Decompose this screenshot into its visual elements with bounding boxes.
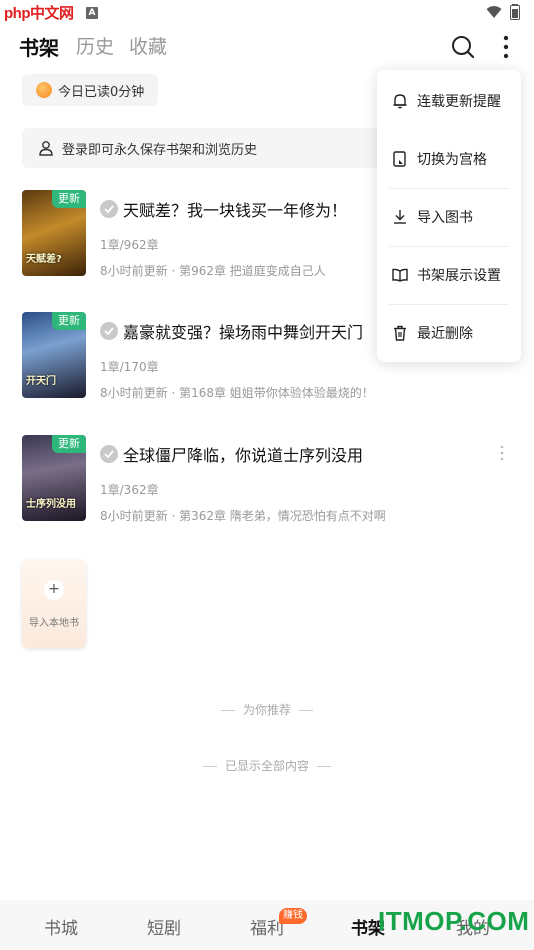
book-title[interactable]: 嘉豪就变强？操场雨中舞剑开天门: [123, 319, 363, 343]
read-check-icon: [100, 200, 118, 218]
coin-icon: [36, 82, 52, 98]
watermark-logo: php中文网: [4, 5, 74, 22]
import-local-book-card[interactable]: + 导入本地书: [22, 560, 86, 648]
update-badge: 更新: [52, 435, 86, 453]
grid-switch-icon: [393, 151, 406, 167]
menu-item-label: 导入图书: [417, 210, 473, 226]
menu-item-recently-deleted[interactable]: 最近删除: [377, 304, 521, 362]
battery-icon: [510, 4, 520, 20]
book-latest-update: 8小时前更新 · 第168章 姐姐带你体验体验最烧的！: [100, 386, 374, 400]
book-cover[interactable]: 士序列没用 更新: [22, 435, 86, 521]
read-check-icon: [100, 322, 118, 340]
menu-item-label: 切换为宫格: [417, 152, 487, 168]
book-latest-update: 8小时前更新 · 第962章 把道庭变成自己人: [100, 264, 326, 278]
trash-icon: [394, 325, 406, 341]
download-icon: [394, 210, 406, 224]
bell-icon: [393, 94, 407, 109]
status-bar: php中文网 A: [0, 0, 534, 26]
book-item[interactable]: 士序列没用 更新 全球僵尸降临，你说道士序列没用 1章/362章 8小时前更新 …: [22, 435, 512, 535]
status-icons: [486, 4, 520, 20]
more-vertical-icon[interactable]: [496, 34, 516, 60]
book-progress: 1章/962章: [100, 238, 159, 252]
today-reading-text: 今日已读0分钟: [58, 84, 145, 100]
menu-item-switch-grid[interactable]: 切换为宫格: [377, 130, 521, 188]
bookshelf-more-menu: 连载更新提醒 切换为宫格 导入图书 书架展示设置 最近删除: [377, 70, 521, 362]
user-icon: [39, 141, 53, 156]
update-badge: 更新: [52, 190, 86, 208]
menu-item-import-books[interactable]: 导入图书: [377, 188, 521, 246]
login-banner-text: 登录即可永久保存书架和浏览历史: [62, 142, 258, 158]
recommend-divider: 为你推荐: [0, 701, 534, 718]
notification-a-icon: A: [86, 7, 98, 19]
book-cover[interactable]: 开天门 更新: [22, 312, 86, 398]
earn-money-badge: 赚钱: [279, 908, 307, 924]
menu-item-label: 书架展示设置: [417, 268, 501, 284]
book-latest-update: 8小时前更新 · 第362章 隋老弟，情况恐怕有点不对啊: [100, 509, 386, 523]
read-check-icon: [100, 445, 118, 463]
book-open-icon: [392, 268, 408, 282]
import-local-label: 导入本地书: [29, 618, 79, 629]
nav-bookstore[interactable]: 书城: [44, 914, 78, 939]
nav-short-drama[interactable]: 短剧: [147, 914, 181, 939]
tab-favorites[interactable]: 收藏: [129, 32, 167, 59]
top-header: 书架 历史 收藏: [0, 28, 534, 64]
book-more-icon[interactable]: [500, 445, 504, 461]
update-badge: 更新: [52, 312, 86, 330]
today-reading-pill[interactable]: 今日已读0分钟: [22, 74, 159, 106]
book-title[interactable]: 天赋差？我一块钱买一年修为！: [123, 197, 347, 221]
recommend-divider-text: 为你推荐: [242, 703, 291, 717]
menu-item-label: 连载更新提醒: [417, 94, 501, 110]
wifi-icon: [486, 6, 502, 18]
book-title[interactable]: 全球僵尸降临，你说道士序列没用: [123, 442, 363, 466]
cover-title-art: 开天门: [26, 376, 56, 387]
book-cover[interactable]: 天赋差? 更新: [22, 190, 86, 276]
tab-bookshelf[interactable]: 书架: [19, 32, 59, 61]
tab-history[interactable]: 历史: [76, 32, 114, 59]
menu-item-label: 最近删除: [417, 326, 473, 342]
menu-item-shelf-display-settings[interactable]: 书架展示设置: [377, 246, 521, 304]
itmop-watermark: ITMOP.COM: [378, 906, 530, 936]
cover-title-art: 士序列没用: [26, 499, 76, 510]
plus-icon: +: [44, 580, 64, 600]
menu-item-update-reminder[interactable]: 连载更新提醒: [377, 72, 521, 130]
end-divider: 已显示全部内容: [0, 757, 534, 774]
book-progress: 1章/170章: [100, 360, 159, 374]
book-progress: 1章/362章: [100, 483, 159, 497]
cover-title-art: 天赋差?: [26, 254, 62, 265]
end-divider-text: 已显示全部内容: [224, 759, 309, 773]
search-icon[interactable]: [450, 34, 476, 60]
